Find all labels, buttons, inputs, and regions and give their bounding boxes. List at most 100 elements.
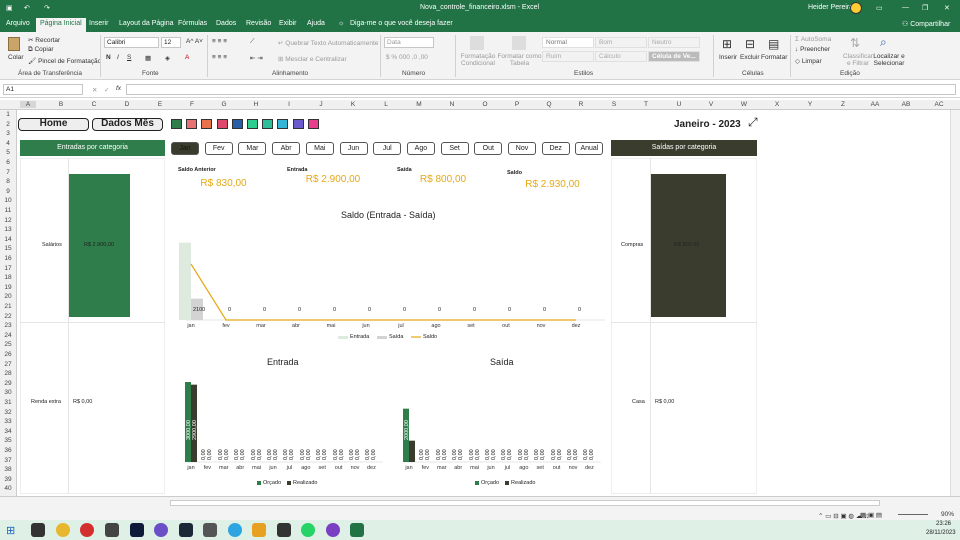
tab-formulas[interactable]: Fórmulas (178, 20, 207, 27)
fill-color-icon[interactable]: ◈ (165, 54, 170, 62)
row-header[interactable]: 7 (0, 169, 16, 176)
align-left-icon[interactable]: ≡ ≡ ≡ (212, 54, 227, 61)
sort-filter-button[interactable]: Classificar e Filtrar (842, 53, 874, 67)
month-button-fev[interactable]: Fev (204, 142, 233, 155)
avatar[interactable] (850, 2, 862, 14)
column-header-p[interactable]: P (509, 101, 525, 108)
zoom-level[interactable]: 90% (941, 511, 954, 518)
color-swatch[interactable] (262, 119, 274, 129)
row-header[interactable]: 37 (0, 457, 16, 464)
column-header-u[interactable]: U (671, 101, 687, 108)
scroll-thumb[interactable] (170, 500, 880, 506)
column-header-g[interactable]: G (216, 101, 232, 108)
format-table-icon[interactable] (512, 36, 526, 50)
delete-cells-button[interactable]: Excluir (740, 54, 760, 61)
redo-icon[interactable]: ↷ (44, 4, 50, 12)
color-swatch[interactable] (292, 119, 304, 129)
color-swatch[interactable] (201, 119, 213, 129)
color-swatch[interactable] (277, 119, 289, 129)
format-cells-button[interactable]: Formatar (761, 54, 787, 61)
fill-button[interactable]: ↓ Preencher (795, 46, 830, 53)
column-header-v[interactable]: V (703, 101, 719, 108)
paste-icon[interactable] (8, 37, 20, 51)
indent-icon[interactable]: ⇤ ⇥ (250, 54, 263, 62)
color-swatch[interactable] (216, 119, 228, 129)
save-icon[interactable]: ▣ (6, 4, 13, 12)
column-header-f[interactable]: F (184, 101, 200, 108)
autosum-button[interactable]: Σ AutoSoma (795, 36, 831, 43)
month-button-out[interactable]: Out (474, 142, 503, 155)
cut-button[interactable]: ✂ Recortar (28, 36, 60, 44)
row-header[interactable]: 14 (0, 236, 16, 243)
column-header-j[interactable]: J (313, 101, 329, 108)
tell-me-search[interactable]: Diga-me o que você deseja fazer (350, 20, 453, 27)
telegram-icon[interactable] (228, 523, 242, 537)
row-header[interactable]: 17 (0, 265, 16, 272)
column-header-n[interactable]: N (444, 101, 460, 108)
format-as-table-button[interactable]: Formatar como Tabela (497, 53, 542, 67)
copy-button[interactable]: ⧉ Copiar (28, 46, 54, 54)
style-calculo[interactable]: Cálculo (595, 51, 647, 62)
row-header[interactable]: 8 (0, 178, 16, 185)
row-header[interactable]: 1 (0, 111, 16, 118)
month-button-abr[interactable]: Abr (272, 142, 301, 155)
excel-icon[interactable] (350, 523, 364, 537)
color-swatch[interactable] (171, 119, 182, 129)
restore-icon[interactable]: ❐ (922, 4, 928, 12)
opera-icon[interactable] (80, 523, 94, 537)
italic-icon[interactable]: I (117, 54, 119, 61)
horizontal-scrollbar[interactable] (0, 496, 960, 509)
row-header[interactable]: 25 (0, 341, 16, 348)
font-grow-icon[interactable]: A^ A˅ (186, 38, 203, 45)
month-button-ago[interactable]: Ago (406, 142, 435, 155)
discord-icon[interactable] (154, 523, 168, 537)
app-icon[interactable] (252, 523, 266, 537)
row-header[interactable]: 12 (0, 217, 16, 224)
column-header-aa[interactable]: AA (867, 101, 883, 108)
column-header-a[interactable]: A (20, 101, 36, 108)
name-box[interactable]: A1 (3, 84, 83, 95)
row-header[interactable]: 13 (0, 226, 16, 233)
row-header[interactable]: 2 (0, 121, 16, 128)
row-header[interactable]: 21 (0, 303, 16, 310)
conditional-format-button[interactable]: Formatação Condicional (458, 53, 498, 67)
row-header[interactable]: 24 (0, 332, 16, 339)
row-header[interactable]: 23 (0, 322, 16, 329)
row-header[interactable]: 10 (0, 197, 16, 204)
column-header-z[interactable]: Z (835, 101, 851, 108)
column-header-q[interactable]: Q (541, 101, 557, 108)
row-header[interactable]: 19 (0, 284, 16, 291)
column-header-x[interactable]: X (769, 101, 785, 108)
month-button-jul[interactable]: Jul (373, 142, 402, 155)
column-header-i[interactable]: I (281, 101, 297, 108)
style-neutro[interactable]: Neutro (648, 37, 700, 48)
color-swatch[interactable] (231, 119, 243, 129)
row-header[interactable]: 40 (0, 485, 16, 492)
column-header-d[interactable]: D (119, 101, 135, 108)
font-name-field[interactable]: Calibri (104, 37, 159, 48)
column-header-c[interactable]: C (86, 101, 102, 108)
style-celula-verificacao[interactable]: Célula de Ve... (648, 51, 700, 62)
row-header[interactable]: 6 (0, 159, 16, 166)
column-header-y[interactable]: Y (802, 101, 818, 108)
dados-mes-button[interactable]: Dados Mês (92, 118, 163, 131)
column-header-h[interactable]: H (248, 101, 264, 108)
tab-exibir[interactable]: Exibir (279, 20, 297, 27)
column-header-k[interactable]: K (345, 101, 361, 108)
conditional-format-icon[interactable] (470, 36, 484, 50)
tab-layout[interactable]: Layout da Página (119, 20, 174, 27)
column-header-s[interactable]: S (606, 101, 622, 108)
column-header-r[interactable]: R (573, 101, 589, 108)
fx-icon[interactable]: fx (116, 85, 121, 92)
insert-cells-button[interactable]: Inserir (719, 54, 737, 61)
paste-button[interactable]: Colar (8, 54, 24, 61)
photoshop-icon[interactable] (130, 523, 144, 537)
formula-input[interactable] (126, 84, 956, 95)
row-header[interactable]: 26 (0, 351, 16, 358)
vertical-scrollbar[interactable] (950, 110, 960, 496)
row-header[interactable]: 22 (0, 313, 16, 320)
row-header[interactable]: 34 (0, 428, 16, 435)
steam-icon[interactable] (179, 523, 193, 537)
row-header[interactable]: 29 (0, 380, 16, 387)
row-header[interactable]: 28 (0, 370, 16, 377)
